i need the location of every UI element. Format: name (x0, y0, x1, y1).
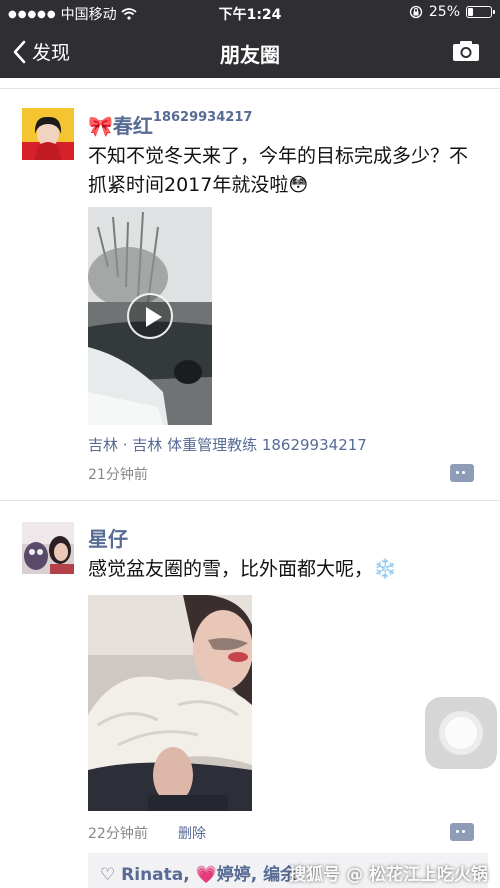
watermark: 搜狐号 @ 松花江上吃火锅 (289, 865, 488, 885)
camera-icon[interactable] (452, 40, 480, 62)
user-name[interactable]: 星仔 (88, 523, 128, 552)
delete-button[interactable]: 删除 (178, 823, 206, 843)
user-name-phone: 18629934217 (152, 110, 253, 125)
likes-text[interactable]: ♡ Rinata, 💗婷婷, 编余 (100, 865, 297, 885)
play-icon[interactable] (127, 293, 173, 339)
assistive-touch-icon (439, 711, 483, 755)
rotation-lock-icon (409, 5, 423, 19)
photo-image (88, 595, 252, 811)
post-text: 不知不觉冬天来了，今年的目标完成多少？不抓紧时间2017年就没啦😳 (88, 145, 469, 196)
divider (0, 500, 500, 501)
page-title: 朋友圈 (220, 43, 280, 67)
avatar[interactable] (22, 522, 74, 574)
post-text: 感觉盆友圈的雪，比外面都大呢，❄️ (88, 558, 397, 580)
avatar-image (22, 108, 74, 160)
location-link[interactable]: 吉林 · 吉林 体重管理教练 18629934217 (88, 434, 367, 455)
video-thumbnail[interactable] (88, 207, 212, 425)
status-bar: ●●●●● 中国移动 下午1:24 25% (0, 0, 500, 26)
user-name-text: 春红 (112, 114, 153, 138)
bow-emoji: 🎀 (88, 114, 113, 138)
assistive-touch-button[interactable] (425, 697, 497, 769)
post-time: 22分钟前 (88, 826, 148, 842)
avatar[interactable] (22, 108, 74, 160)
battery-percent: 25% (428, 4, 460, 20)
divider (0, 88, 500, 89)
battery-icon (466, 6, 495, 18)
avatar-image (22, 522, 74, 574)
user-name[interactable]: 🎀春红18629934217 (88, 110, 252, 139)
nav-bar: 发现 朋友圈 (0, 26, 500, 78)
status-right: 25% (409, 4, 495, 20)
photo-thumbnail[interactable] (88, 595, 252, 811)
battery-level (468, 8, 474, 16)
comment-more-icon[interactable] (450, 464, 474, 482)
post-time: 21分钟前 (88, 467, 148, 483)
comment-more-icon[interactable] (450, 823, 474, 841)
